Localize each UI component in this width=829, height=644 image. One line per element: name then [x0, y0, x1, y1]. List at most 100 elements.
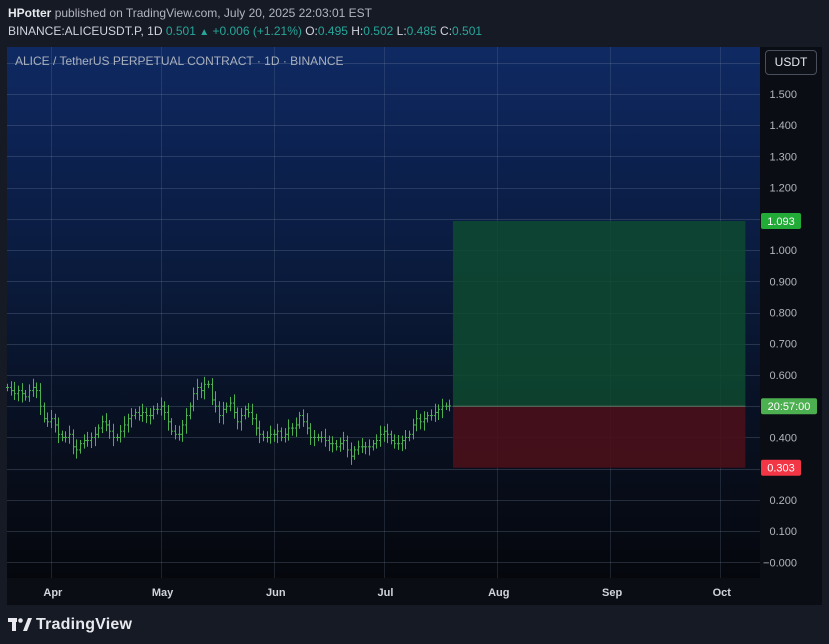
ohlc-bar	[181, 419, 184, 442]
ohlc-bar	[152, 405, 155, 420]
price-tick-label: 1.000	[769, 245, 797, 257]
target-badge-label: 1.093	[767, 216, 795, 228]
ohlc-bar	[331, 436, 334, 453]
ohlc-bar	[255, 413, 258, 436]
price-tick-label: 0.900	[769, 276, 797, 288]
ohlc-bar	[200, 382, 203, 399]
ohlc-bar	[10, 381, 13, 396]
ohlc-bar	[342, 431, 345, 450]
ohlc-bar	[280, 427, 283, 442]
ohlc-bar	[68, 425, 71, 444]
ohlc-bar	[145, 407, 148, 424]
ohlc-bar	[21, 383, 24, 403]
countdown-price-badge: 20:57:00	[761, 398, 817, 415]
price-tick-label: 1.200	[769, 183, 797, 195]
ohlc-bar	[317, 433, 320, 442]
time-tick-label: May	[152, 587, 174, 599]
ohlc-bar	[214, 391, 217, 413]
ohlc-bar	[94, 426, 97, 447]
ohlc-bar	[408, 430, 411, 442]
ohlc-bar	[28, 384, 31, 402]
chart-symbol-title: ALICE / TetherUS PERPETUAL CONTRACT · 1D…	[15, 54, 344, 68]
price-tick-label: 0.100	[769, 526, 797, 538]
ohlc-bar	[119, 424, 122, 443]
ohlc-bar	[229, 396, 232, 412]
ohlc-bar	[61, 430, 64, 442]
tradingview-logo-icon	[8, 618, 32, 631]
tradingview-brand: TradingView	[36, 616, 133, 633]
ohlc-bar	[247, 403, 250, 418]
ohlc-bar	[335, 439, 338, 451]
ohlc-bar	[258, 420, 261, 444]
ohlc-bar	[203, 376, 206, 400]
ohlc-bar	[24, 389, 27, 401]
profit-zone[interactable]	[452, 220, 746, 407]
time-tick-label: Oct	[713, 587, 732, 599]
ohlc-bar	[6, 383, 9, 392]
ohlc-bar	[291, 423, 294, 436]
ohlc-bar	[163, 401, 166, 420]
tradingview-footer[interactable]: TradingView	[8, 614, 132, 636]
ohlc-bar	[236, 407, 239, 430]
ohlc-bar	[346, 435, 349, 458]
ohlc-bar	[276, 423, 279, 444]
ohlc-bar	[207, 380, 210, 389]
ohlc-bar	[97, 424, 100, 439]
long-position-tool[interactable]	[452, 220, 746, 468]
price-tick-label: 0.600	[769, 370, 797, 382]
ohlc-bar	[192, 387, 195, 412]
ohlc-bar	[415, 409, 418, 432]
price-tick-label: 0.200	[769, 495, 797, 507]
ohlc-bar	[364, 441, 367, 455]
ohlc-bar	[386, 423, 389, 444]
chart-svg: 1.6001.5001.4001.3001.2001.0000.9000.800…	[6, 47, 817, 599]
ohlc-bar	[269, 425, 272, 444]
ohlc-bar	[189, 402, 192, 420]
ohlc-bar	[167, 404, 170, 431]
ohlc-bar	[13, 381, 16, 400]
target-price-badge: 1.093	[761, 212, 801, 229]
ohlc-bar	[101, 415, 104, 434]
ohlc-bar	[196, 378, 199, 400]
time-axis-labels: Apr May Jun Jul Aug Sep Oct	[43, 587, 731, 599]
price-tick-label: 1.300	[769, 151, 797, 163]
ohlc-bar	[419, 413, 422, 430]
ohlc-bar	[423, 411, 426, 431]
time-tick-label: Apr	[43, 587, 63, 599]
ohlc-bar	[302, 409, 305, 427]
ohlc-bar	[79, 439, 82, 454]
ohlc-bar	[225, 402, 228, 414]
currency-unit-button[interactable]: USDT	[765, 50, 817, 75]
price-tick-label: 1.400	[769, 120, 797, 132]
ohlc-bar	[72, 429, 75, 455]
ohlc-bar	[218, 401, 221, 424]
ohlc-bar	[404, 429, 407, 450]
price-tick-label: 0.400	[769, 432, 797, 444]
ohlc-bar	[127, 413, 130, 433]
ohlc-bar	[357, 440, 360, 455]
time-tick-label: Jun	[266, 587, 286, 599]
ohlc-bar	[339, 437, 342, 452]
stop-badge-label: 0.303	[767, 463, 795, 475]
ohlc-bar	[393, 434, 396, 449]
ohlc-bar	[298, 411, 301, 429]
ohlc-bar	[353, 446, 356, 460]
ohlc-bar	[112, 423, 115, 447]
time-tick-label: Aug	[488, 587, 509, 599]
ohlc-bar	[445, 402, 448, 410]
ohlc-bar	[361, 438, 364, 454]
ohlc-bar	[46, 412, 49, 427]
ohlc-bar	[320, 431, 323, 443]
ohlc-bar	[448, 399, 451, 412]
ohlc-bar	[116, 433, 119, 442]
ohlc-bar	[178, 425, 181, 441]
ohlc-bar	[130, 408, 133, 428]
ohlc-bar	[17, 385, 20, 402]
ohlc-bar	[32, 378, 35, 397]
ohlc-bar	[57, 417, 60, 444]
ohlc-bar	[35, 382, 38, 399]
stop-loss-zone[interactable]	[452, 406, 746, 468]
ohlc-bar	[295, 417, 298, 437]
ohlc-bar	[39, 383, 42, 415]
ohlc-bar	[156, 403, 159, 415]
